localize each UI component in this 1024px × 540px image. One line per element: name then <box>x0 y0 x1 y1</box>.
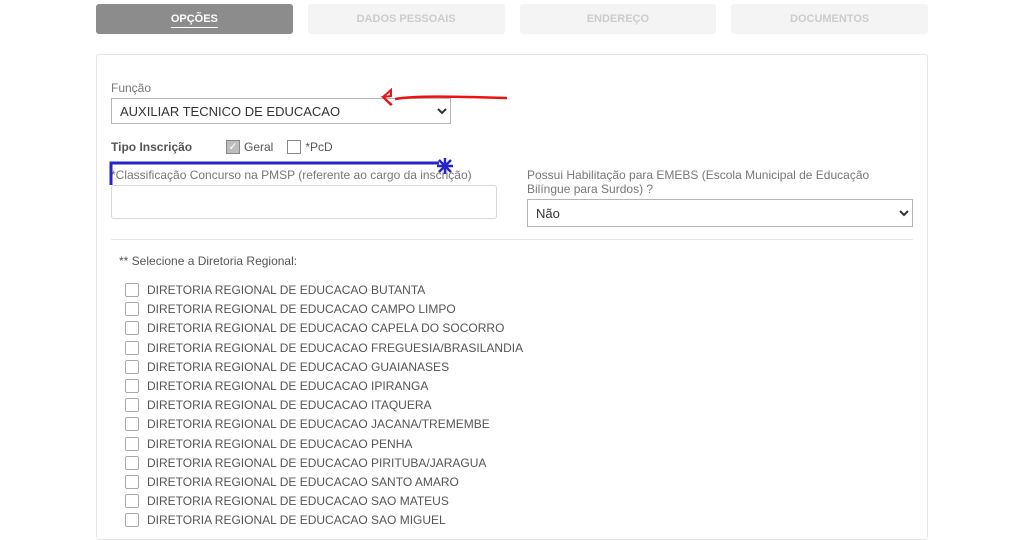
diretoria-label: DIRETORIA REGIONAL DE EDUCACAO CAPELA DO… <box>147 320 504 336</box>
label-tipo-inscricao: Tipo Inscrição <box>111 140 196 154</box>
select-emebs[interactable]: Não <box>527 199 913 227</box>
checkbox-geral[interactable] <box>226 140 240 154</box>
list-item: DIRETORIA REGIONAL DE EDUCACAO SAO MATEU… <box>125 493 913 509</box>
tab-dados-pessoais[interactable]: DADOS PESSOAIS <box>308 4 505 34</box>
diretoria-label: DIRETORIA REGIONAL DE EDUCACAO CAMPO LIM… <box>147 301 456 317</box>
list-item: DIRETORIA REGIONAL DE EDUCACAO CAMPO LIM… <box>125 301 913 317</box>
diretoria-title: ** Selecione a Diretoria Regional: <box>119 254 913 268</box>
label-classificacao: *Classificação Concurso na PMSP (referen… <box>111 168 497 182</box>
list-item: DIRETORIA REGIONAL DE EDUCACAO ITAQUERA <box>125 397 913 413</box>
list-item: DIRETORIA REGIONAL DE EDUCACAO SANTO AMA… <box>125 474 913 490</box>
checkbox-diretoria[interactable] <box>125 360 139 374</box>
tab-label: DADOS PESSOAIS <box>357 13 456 25</box>
list-item: DIRETORIA REGIONAL DE EDUCACAO GUAIANASE… <box>125 359 913 375</box>
checkbox-diretoria[interactable] <box>125 379 139 393</box>
list-item: DIRETORIA REGIONAL DE EDUCACAO BUTANTA <box>125 282 913 298</box>
tab-bar: OPÇÕES DADOS PESSOAIS ENDEREÇO DOCUMENTO… <box>8 0 1016 44</box>
checkbox-diretoria[interactable] <box>125 398 139 412</box>
tab-label: OPÇÕES <box>171 13 218 28</box>
diretoria-label: DIRETORIA REGIONAL DE EDUCACAO GUAIANASE… <box>147 359 449 375</box>
input-classificacao[interactable] <box>111 185 497 219</box>
diretoria-label: DIRETORIA REGIONAL DE EDUCACAO ITAQUERA <box>147 397 432 413</box>
checkbox-diretoria[interactable] <box>125 417 139 431</box>
checkbox-label-pcd: *PcD <box>305 140 332 154</box>
tab-label: DOCUMENTOS <box>790 13 869 25</box>
form-panel: Função AUXILIAR TECNICO DE EDUCACAO Tipo… <box>96 54 928 540</box>
diretoria-label: DIRETORIA REGIONAL DE EDUCACAO PIRITUBA/… <box>147 455 486 471</box>
checkbox-label-geral: Geral <box>244 140 273 154</box>
list-item: DIRETORIA REGIONAL DE EDUCACAO FREGUESIA… <box>125 340 913 356</box>
diretoria-list: DIRETORIA REGIONAL DE EDUCACAO BUTANTA DI… <box>111 282 913 528</box>
list-item: DIRETORIA REGIONAL DE EDUCACAO IPIRANGA <box>125 378 913 394</box>
diretoria-label: DIRETORIA REGIONAL DE EDUCACAO SAO MATEU… <box>147 493 449 509</box>
checkbox-diretoria[interactable] <box>125 302 139 316</box>
checkbox-diretoria[interactable] <box>125 437 139 451</box>
checkbox-diretoria[interactable] <box>125 494 139 508</box>
checkbox-diretoria[interactable] <box>125 475 139 489</box>
diretoria-label: DIRETORIA REGIONAL DE EDUCACAO JACANA/TR… <box>147 416 490 432</box>
tab-label: ENDEREÇO <box>587 13 649 25</box>
select-funcao[interactable]: AUXILIAR TECNICO DE EDUCACAO <box>111 98 451 124</box>
list-item: DIRETORIA REGIONAL DE EDUCACAO SAO MIGUE… <box>125 512 913 528</box>
diretoria-label: DIRETORIA REGIONAL DE EDUCACAO SAO MIGUE… <box>147 512 446 528</box>
diretoria-label: DIRETORIA REGIONAL DE EDUCACAO IPIRANGA <box>147 378 428 394</box>
checkbox-pcd[interactable] <box>287 140 301 154</box>
tab-endereco[interactable]: ENDEREÇO <box>520 4 717 34</box>
label-emebs: Possui Habilitação para EMEBS (Escola Mu… <box>527 168 913 196</box>
list-item: DIRETORIA REGIONAL DE EDUCACAO PIRITUBA/… <box>125 455 913 471</box>
list-item: DIRETORIA REGIONAL DE EDUCACAO JACANA/TR… <box>125 416 913 432</box>
checkbox-diretoria[interactable] <box>125 283 139 297</box>
diretoria-label: DIRETORIA REGIONAL DE EDUCACAO SANTO AMA… <box>147 474 459 490</box>
checkbox-diretoria[interactable] <box>125 456 139 470</box>
diretoria-label: DIRETORIA REGIONAL DE EDUCACAO BUTANTA <box>147 282 425 298</box>
label-funcao: Função <box>111 81 913 95</box>
checkbox-diretoria[interactable] <box>125 321 139 335</box>
list-item: DIRETORIA REGIONAL DE EDUCACAO CAPELA DO… <box>125 320 913 336</box>
tab-opcoes[interactable]: OPÇÕES <box>96 4 293 34</box>
checkbox-diretoria[interactable] <box>125 341 139 355</box>
list-item: DIRETORIA REGIONAL DE EDUCACAO PENHA <box>125 436 913 452</box>
checkbox-diretoria[interactable] <box>125 513 139 527</box>
tab-documentos[interactable]: DOCUMENTOS <box>731 4 928 34</box>
diretoria-label: DIRETORIA REGIONAL DE EDUCACAO PENHA <box>147 436 412 452</box>
diretoria-label: DIRETORIA REGIONAL DE EDUCACAO FREGUESIA… <box>147 340 523 356</box>
divider <box>111 239 913 240</box>
